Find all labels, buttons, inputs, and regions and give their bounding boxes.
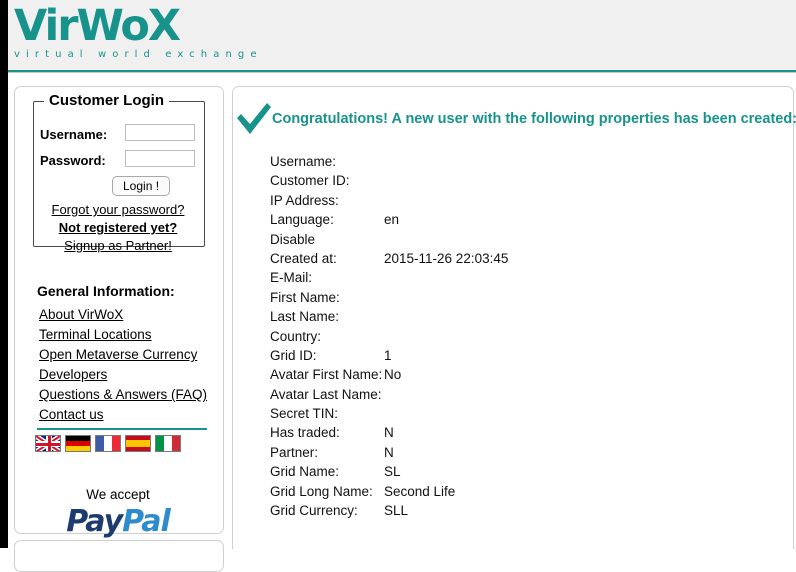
signup-partner-link[interactable]: Signup as Partner! bbox=[34, 238, 202, 253]
property-row-has-traded: Has traded: N bbox=[270, 425, 394, 444]
property-row-ip-address: IP Address: bbox=[270, 193, 339, 212]
page-header: VirWoX virtual world exchange bbox=[0, 0, 796, 72]
property-label: Avatar Last Name: bbox=[270, 386, 382, 402]
sidebar-link-developers[interactable]: Developers bbox=[39, 365, 219, 385]
logo-tagline: virtual world exchange bbox=[14, 49, 263, 60]
property-value: Second Life bbox=[384, 483, 456, 499]
property-label: Grid ID: bbox=[270, 347, 317, 363]
sidebar-panel-secondary bbox=[14, 540, 224, 572]
login-button[interactable]: Login ! bbox=[112, 176, 171, 196]
property-row-partner: Partner: N bbox=[270, 444, 394, 464]
checkmark-icon bbox=[237, 103, 271, 134]
property-label: Created at: bbox=[270, 250, 337, 266]
property-value: N bbox=[384, 444, 394, 460]
paypal-logo-part1: Pay bbox=[66, 504, 123, 539]
property-row-last-name: Last Name: bbox=[270, 309, 339, 328]
virwox-logo[interactable]: VirWoX virtual world exchange bbox=[14, 4, 263, 61]
property-label: Avatar First Name: bbox=[270, 367, 383, 383]
property-label: Grid Long Name: bbox=[270, 483, 373, 499]
customer-login-legend: Customer Login bbox=[44, 92, 169, 109]
property-row-username: Username: bbox=[270, 154, 336, 173]
property-value: SL bbox=[384, 464, 401, 480]
property-label: Customer ID: bbox=[270, 173, 350, 189]
sidebar-link-open-metaverse-currency[interactable]: Open Metaverse Currency bbox=[39, 345, 219, 365]
password-row: Password: bbox=[40, 150, 200, 172]
capture-edge-strip bbox=[0, 0, 8, 548]
property-label: Language: bbox=[270, 212, 334, 228]
customer-login-fieldset: Customer Login Username: Password: Login… bbox=[33, 92, 205, 253]
property-label: IP Address: bbox=[270, 192, 339, 208]
property-value: en bbox=[384, 212, 400, 228]
property-row-created-at: Created at: 2015-11-26 22:03:45 bbox=[270, 251, 508, 270]
property-label: E-Mail: bbox=[270, 270, 313, 286]
property-row-disabled: Disable bbox=[270, 232, 316, 251]
flag-france-icon[interactable] bbox=[95, 435, 121, 452]
not-registered-link[interactable]: Not registered yet? bbox=[34, 220, 202, 235]
property-row-grid-long-name: Grid Long Name: Second Life bbox=[270, 484, 455, 503]
property-value: N bbox=[384, 425, 394, 441]
property-row-avatar-last-name: Avatar Last Name: bbox=[270, 387, 382, 406]
property-label: Username: bbox=[270, 154, 337, 169]
header-divider bbox=[0, 72, 796, 73]
property-label: Partner: bbox=[270, 444, 319, 460]
general-information-links: About VirWoX Terminal Locations Open Met… bbox=[39, 305, 219, 425]
property-row-language: Language: en bbox=[270, 212, 399, 231]
property-value: SLL bbox=[384, 503, 409, 519]
password-label: Password: bbox=[40, 153, 106, 168]
flag-uk-icon[interactable] bbox=[35, 435, 61, 452]
property-value: 1 bbox=[384, 347, 392, 363]
general-information-title: General Information: bbox=[37, 283, 175, 299]
sidebar-link-faq[interactable]: Questions & Answers (FAQ) bbox=[39, 385, 219, 405]
user-properties-list: Username: Customer ID: IP Address: Langu… bbox=[270, 154, 508, 522]
username-row: Username: bbox=[40, 124, 200, 146]
sidebar-link-about[interactable]: About VirWoX bbox=[39, 305, 219, 325]
flag-italy-icon[interactable] bbox=[155, 435, 181, 452]
paypal-logo: PayPal bbox=[15, 505, 221, 539]
username-input[interactable] bbox=[125, 124, 195, 141]
property-label: First Name: bbox=[270, 289, 340, 305]
property-value: 2015-11-26 22:03:45 bbox=[384, 250, 509, 266]
property-row-first-name: First Name: bbox=[270, 290, 340, 309]
property-value: No bbox=[384, 367, 402, 383]
flag-germany-icon[interactable] bbox=[65, 435, 91, 452]
property-row-secret-tin: Secret TIN: bbox=[270, 406, 338, 425]
property-row-grid-currency: Grid Currency: SLL bbox=[270, 503, 408, 522]
property-label: Grid Currency: bbox=[270, 503, 358, 519]
property-row-grid-id: Grid ID: 1 bbox=[270, 347, 392, 367]
property-row-customer-id: Customer ID: bbox=[270, 173, 350, 192]
property-label: Last Name: bbox=[270, 309, 340, 325]
sidebar-panel: Customer Login Username: Password: Login… bbox=[14, 86, 224, 539]
language-selector bbox=[35, 435, 181, 452]
sidebar-link-terminal-locations[interactable]: Terminal Locations bbox=[39, 325, 219, 345]
forgot-password-link[interactable]: Forgot your password? bbox=[34, 202, 202, 217]
username-label: Username: bbox=[40, 127, 108, 142]
property-label: Disable bbox=[270, 231, 316, 247]
password-input[interactable] bbox=[125, 150, 195, 167]
success-heading: Congratulations! A new user with the fol… bbox=[272, 111, 796, 127]
we-accept-label: We accept bbox=[86, 487, 150, 502]
property-row-grid-name: Grid Name: SL bbox=[270, 464, 401, 483]
property-label: Has traded: bbox=[270, 425, 340, 441]
property-label: Secret TIN: bbox=[270, 406, 339, 422]
property-label: Country: bbox=[270, 328, 322, 344]
sidebar-divider bbox=[37, 428, 207, 430]
property-row-country: Country: bbox=[270, 329, 321, 348]
logo-wordmark: VirWoX bbox=[14, 1, 181, 51]
sidebar-link-contact-us[interactable]: Contact us bbox=[39, 405, 219, 425]
flag-spain-icon[interactable] bbox=[125, 435, 151, 452]
property-row-email: E-Mail: bbox=[270, 270, 316, 289]
property-label: Grid Name: bbox=[270, 464, 340, 480]
property-row-avatar-first-name: Avatar First Name: No bbox=[270, 367, 401, 386]
paypal-logo-part2: Pal bbox=[122, 504, 171, 539]
